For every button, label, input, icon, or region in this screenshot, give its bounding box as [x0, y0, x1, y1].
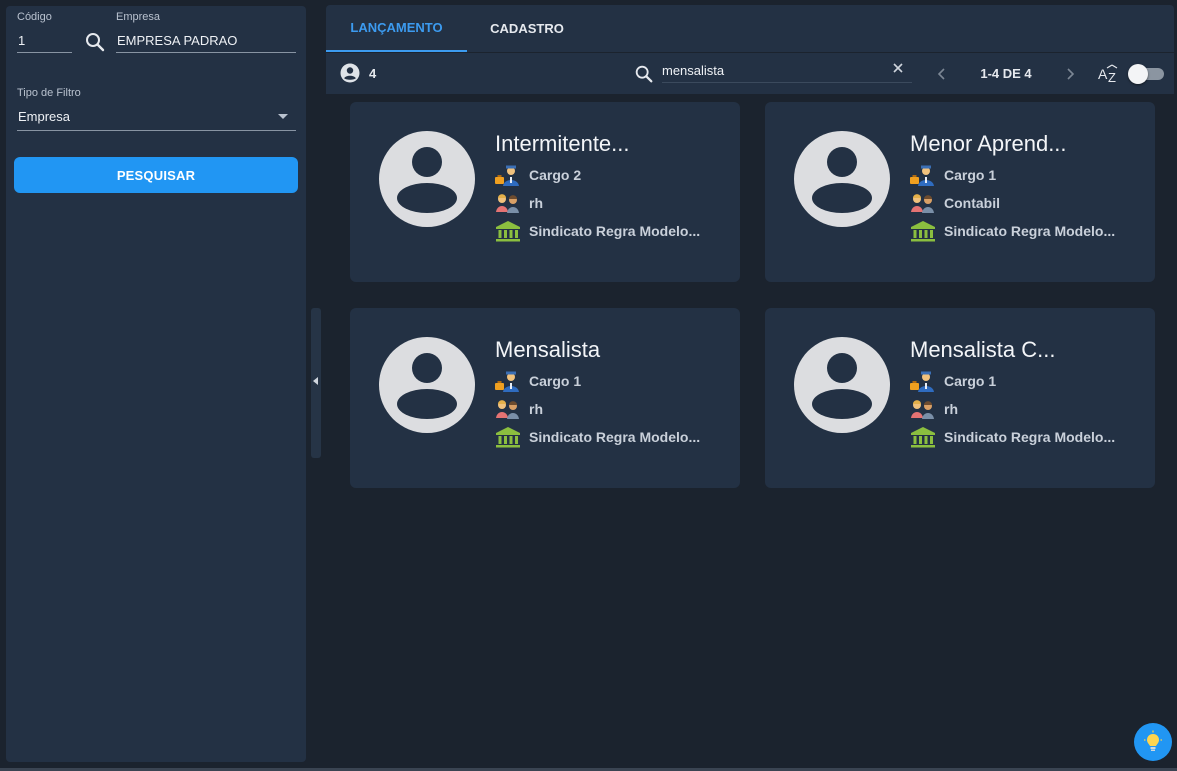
- empresa-search-button[interactable]: [83, 30, 107, 54]
- bank-building-icon: [910, 220, 936, 242]
- sindicato-row: Sindicato Regra Modelo...: [910, 220, 1115, 242]
- codigo-input[interactable]: [17, 33, 72, 53]
- dropdown-arrow-icon: [278, 114, 288, 119]
- sindicato-row: Sindicato Regra Modelo...: [910, 426, 1115, 448]
- help-lightbulb-button[interactable]: [1134, 723, 1172, 761]
- employee-count: 4: [340, 63, 376, 83]
- setor-text: rh: [529, 401, 543, 417]
- worker-icon: [495, 370, 521, 392]
- team-icon: [910, 192, 936, 214]
- sindicato-text: Sindicato Regra Modelo...: [944, 223, 1116, 239]
- cargo-row: Cargo 2: [495, 164, 581, 186]
- employee-card[interactable]: Mensalista C... Cargo 1 rh Sindicato Reg…: [765, 308, 1155, 488]
- sort-alpha-button[interactable]: A Z: [1098, 63, 1120, 85]
- svg-text:A: A: [1098, 66, 1108, 82]
- sort-alpha-icon: A Z: [1098, 64, 1118, 85]
- employee-name: Intermitente...: [495, 131, 630, 156]
- bank-building-icon: [910, 426, 936, 448]
- avatar-placeholder-icon: [379, 131, 475, 227]
- team-icon: [910, 398, 936, 420]
- empresa-input[interactable]: [116, 33, 296, 53]
- tipo-filtro-select[interactable]: Empresa: [17, 106, 296, 131]
- employee-name: Mensalista: [495, 337, 601, 362]
- view-toggle[interactable]: [1128, 64, 1164, 84]
- filter-panel: Código Empresa Tipo de Filtro Empresa PE…: [6, 6, 306, 762]
- search-icon: [635, 65, 653, 83]
- clear-search-button[interactable]: [891, 61, 905, 75]
- avatar-placeholder-icon: [794, 337, 890, 433]
- worker-icon: [910, 164, 936, 186]
- codigo-label: Código: [17, 11, 52, 23]
- employee-name: Mensalista C...: [910, 337, 1056, 362]
- lightbulb-icon: [1144, 730, 1162, 751]
- avatar-placeholder-icon: [794, 131, 890, 227]
- account-circle-icon: [340, 63, 360, 83]
- tab-lancamento[interactable]: LANÇAMENTO: [326, 5, 467, 52]
- pagination-text: 1-4 DE 4: [980, 66, 1032, 81]
- worker-icon: [495, 164, 521, 186]
- chevron-left-icon: [937, 68, 945, 80]
- team-icon: [495, 192, 521, 214]
- team-icon: [495, 398, 521, 420]
- pesquisar-button[interactable]: PESQUISAR: [14, 157, 298, 193]
- employee-count-value: 4: [369, 65, 377, 81]
- employee-card[interactable]: Menor Aprend... Cargo 1 Contabil Sindica…: [765, 102, 1155, 282]
- bank-building-icon: [495, 220, 521, 242]
- setor-text: rh: [529, 195, 543, 211]
- svg-text:Z: Z: [1108, 70, 1116, 85]
- empresa-label: Empresa: [116, 11, 161, 23]
- tipo-filtro-value: Empresa: [18, 109, 71, 124]
- sindicato-text: Sindicato Regra Modelo...: [944, 429, 1116, 445]
- tipo-filtro-label: Tipo de Filtro: [17, 87, 81, 99]
- search-icon: [86, 33, 105, 52]
- toolbar: 4 1-4 DE 4 A Z: [326, 53, 1174, 94]
- setor-row: rh: [910, 398, 958, 420]
- sindicato-text: Sindicato Regra Modelo...: [529, 429, 701, 445]
- caret-left-icon: [313, 377, 318, 385]
- panel-collapse-handle[interactable]: [311, 308, 321, 458]
- cargo-row: Cargo 1: [910, 164, 996, 186]
- cargo-row: Cargo 1: [495, 370, 581, 392]
- sindicato-row: Sindicato Regra Modelo...: [495, 220, 700, 242]
- prev-page-button[interactable]: [936, 67, 948, 81]
- toggle-knob: [1128, 64, 1148, 84]
- sindicato-text: Sindicato Regra Modelo...: [529, 223, 701, 239]
- cargo-row: Cargo 1: [910, 370, 996, 392]
- employee-card[interactable]: Intermitente... Cargo 2 rh Sindicato Reg…: [350, 102, 740, 282]
- tab-cadastro[interactable]: CADASTRO: [467, 5, 587, 52]
- bank-building-icon: [495, 426, 521, 448]
- employee-search-input[interactable]: [662, 59, 912, 83]
- main-header: LANÇAMENTO CADASTRO 4 1-: [326, 5, 1174, 94]
- setor-row: rh: [495, 192, 543, 214]
- cargo-text: Cargo 2: [529, 167, 582, 183]
- cargo-text: Cargo 1: [529, 373, 582, 389]
- close-icon: [893, 63, 903, 73]
- sindicato-row: Sindicato Regra Modelo...: [495, 426, 700, 448]
- cargo-text: Cargo 1: [944, 167, 997, 183]
- employee-name: Menor Aprend...: [910, 131, 1067, 156]
- chevron-right-icon: [1067, 68, 1075, 80]
- setor-text: rh: [944, 401, 958, 417]
- setor-row: Contabil: [910, 192, 1000, 214]
- next-page-button[interactable]: [1064, 67, 1076, 81]
- avatar-placeholder-icon: [379, 337, 475, 433]
- setor-text: Contabil: [944, 195, 1000, 211]
- cargo-text: Cargo 1: [944, 373, 997, 389]
- employee-card[interactable]: Mensalista Cargo 1 rh Sindicato Regra Mo…: [350, 308, 740, 488]
- worker-icon: [910, 370, 936, 392]
- setor-row: rh: [495, 398, 543, 420]
